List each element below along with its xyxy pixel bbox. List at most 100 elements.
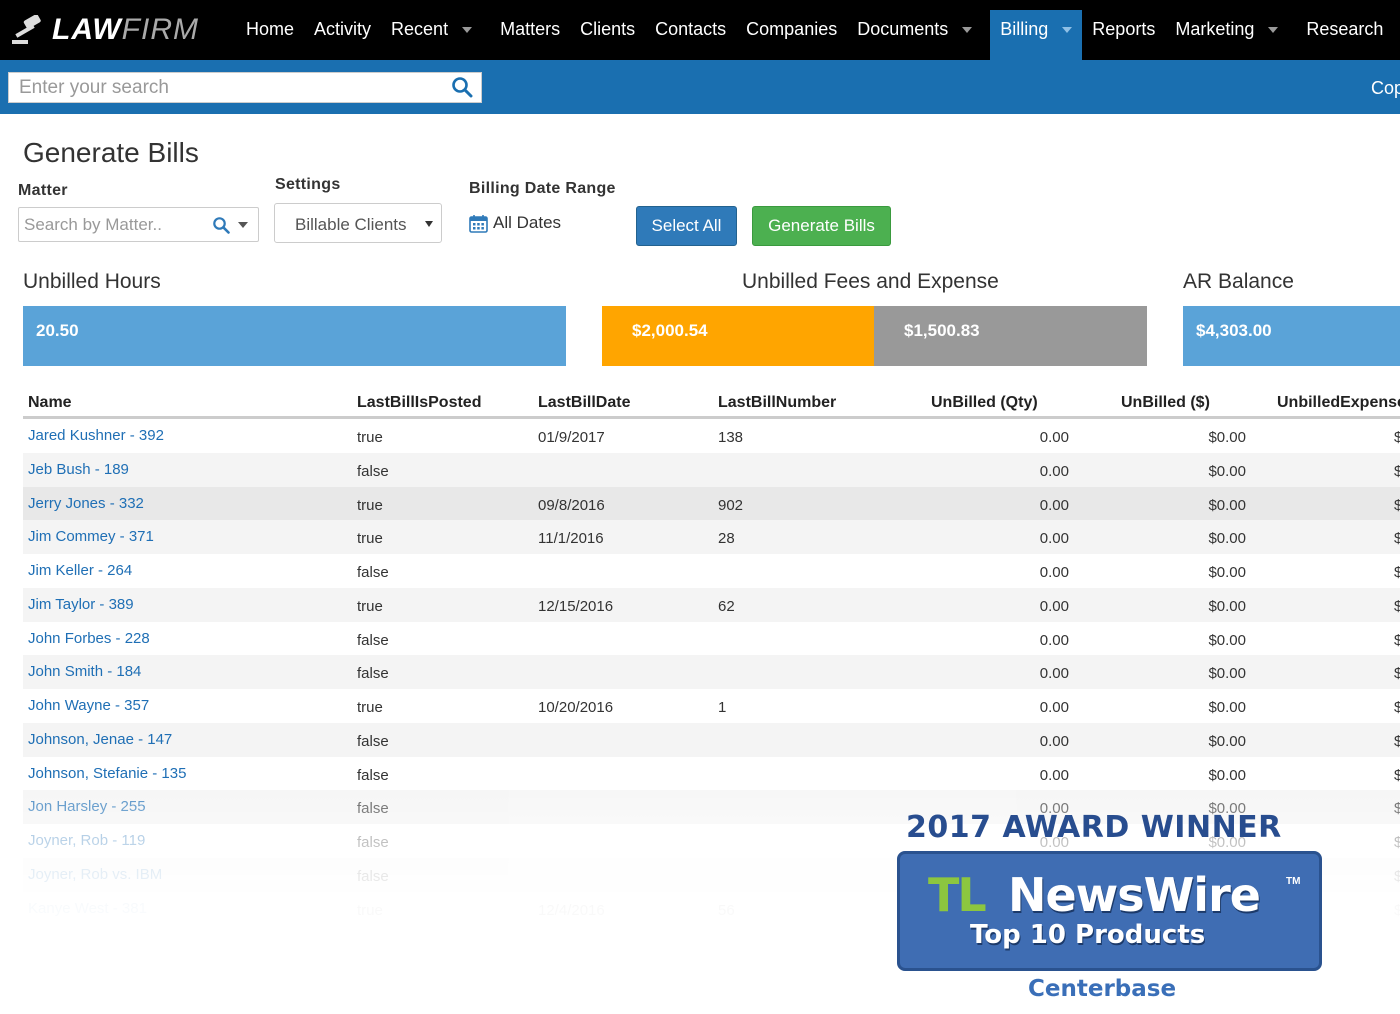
- nav-home[interactable]: Home: [236, 10, 304, 60]
- cell-name[interactable]: Jeb Bush - 189: [28, 461, 129, 478]
- cell-name[interactable]: John Wayne - 357: [28, 697, 149, 714]
- cell-unbilled-expense: $: [1394, 597, 1400, 615]
- nav-documents[interactable]: Documents: [847, 10, 982, 60]
- nav-marketing[interactable]: Marketing: [1165, 10, 1288, 60]
- column-header-last-bill-date[interactable]: LastBillDate: [538, 394, 630, 412]
- cell-unbilled-expense: $: [1394, 834, 1400, 851]
- nav-companies[interactable]: Companies: [736, 10, 847, 60]
- nav-activity[interactable]: Activity: [304, 10, 381, 60]
- cell-name[interactable]: Joyner, Rob - 119: [28, 832, 145, 849]
- generate-bills-button[interactable]: Generate Bills: [752, 206, 891, 246]
- header-link-cop[interactable]: Cop: [1371, 78, 1400, 99]
- nav-matters-label: Matters: [500, 19, 561, 39]
- award-newswire-text: NewsWire: [1008, 868, 1261, 922]
- cell-name[interactable]: John Forbes - 228: [28, 630, 150, 647]
- cell-name[interactable]: Jim Commey - 371: [28, 528, 154, 545]
- table-row[interactable]: Jim Keller - 264 false 0.00 $0.00 $: [23, 554, 1400, 588]
- cell-unbilled-qty: 0.00: [1039, 665, 1069, 683]
- cell-unbilled-qty: 0.00: [1039, 631, 1069, 649]
- cell-name[interactable]: Johnson, Stefanie - 135: [28, 765, 186, 782]
- nav-home-label: Home: [246, 19, 295, 39]
- column-header-unbilled-amount[interactable]: UnBilled ($): [1121, 394, 1210, 412]
- table-row[interactable]: Jim Taylor - 389 true 12/15/2016 62 0.00 $0.0…: [23, 587, 1400, 622]
- settings-select[interactable]: Billable Clients: [274, 203, 442, 243]
- cell-unbilled-amount: $0.00: [1208, 597, 1246, 615]
- cell-unbilled-expense: $: [1394, 631, 1400, 649]
- award-tl-text: TL: [928, 868, 987, 922]
- nav-recent[interactable]: Recent: [381, 10, 482, 60]
- table-row[interactable]: Jerry Jones - 332 true 09/8/2016 902 0.00 $0.…: [23, 486, 1400, 521]
- cell-unbilled-amount: $0.00: [1208, 462, 1246, 480]
- cell-name[interactable]: Joyner, Rob vs. IBM: [28, 866, 162, 883]
- cell-unbilled-amount: $0.00: [1208, 699, 1246, 716]
- nav-contacts[interactable]: Contacts: [645, 10, 736, 60]
- logo-text-firm: FIRM: [121, 13, 199, 46]
- settings-select-value: Billable Clients: [295, 215, 407, 234]
- award-trademark: TM: [1286, 876, 1301, 887]
- table-row[interactable]: Jared Kushner - 392 true 01/9/2017 138 0.00 $…: [23, 419, 1400, 453]
- billing-date-range-label: Billing Date Range: [469, 180, 616, 197]
- award-title: 2017 AWARD WINNER: [906, 810, 1282, 845]
- global-search-input[interactable]: [9, 73, 429, 102]
- award-company: Centerbase: [1028, 976, 1177, 1002]
- search-icon[interactable]: [212, 216, 230, 234]
- nav-reports-label: Reports: [1092, 19, 1156, 39]
- cell-unbilled-amount: $0.00: [1208, 530, 1246, 548]
- cell-name[interactable]: John Smith - 184: [28, 663, 141, 680]
- nav-matters[interactable]: Matters: [490, 10, 570, 60]
- nav-clients[interactable]: Clients: [570, 10, 645, 60]
- nav-billing[interactable]: Billing: [990, 10, 1083, 60]
- cell-unbilled-amount: $0.00: [1208, 732, 1246, 750]
- select-all-button[interactable]: Select All: [636, 206, 737, 246]
- matter-label: Matter: [18, 182, 68, 199]
- billing-date-range-value: All Dates: [493, 213, 562, 232]
- ar-balance-value: $4,303.00: [1196, 321, 1272, 340]
- column-header-name[interactable]: Name: [28, 394, 72, 412]
- column-header-last-bill-is-posted[interactable]: LastBillIsPosted: [357, 394, 481, 412]
- law-firm-logo[interactable]: LAW FIRM: [12, 12, 199, 48]
- column-header-last-bill-number[interactable]: LastBillNumber: [718, 394, 836, 412]
- nav-recent-label: Recent: [391, 19, 449, 39]
- table-row[interactable]: John Forbes - 228 false 0.00 $0.00 $: [23, 622, 1400, 656]
- billing-date-range-picker[interactable]: All Dates: [469, 213, 561, 233]
- cell-name[interactable]: Jerry Jones - 332: [28, 495, 144, 512]
- page-title: Generate Bills: [23, 137, 199, 168]
- search-icon[interactable]: [451, 76, 473, 98]
- ar-balance-bar: $4,303.00: [1183, 306, 1400, 366]
- cell-name[interactable]: Jared Kushner - 392: [28, 427, 164, 444]
- table-row[interactable]: Jeb Bush - 189 false 0.00 $0.00 $: [23, 452, 1400, 487]
- nav-activity-label: Activity: [314, 19, 372, 39]
- table-row[interactable]: John Wayne - 357 true 10/20/2016 1 0.00 $0.00…: [23, 689, 1400, 723]
- cell-name[interactable]: Johnson, Jenae - 147: [28, 731, 172, 748]
- cell-unbilled-qty: 0.00: [1039, 530, 1069, 548]
- cell-name[interactable]: Jim Keller - 264: [28, 562, 132, 579]
- table-row[interactable]: Jim Commey - 371 true 11/1/2016 28 0.00 $0.00…: [23, 520, 1400, 554]
- chevron-down-icon: [462, 27, 473, 33]
- table-row[interactable]: Johnson, Stefanie - 135 false 0.00 $0.00 $: [23, 757, 1400, 791]
- cell-last-bill-is-posted: false: [357, 732, 389, 750]
- matter-search-input[interactable]: [19, 208, 204, 241]
- cell-name[interactable]: Jim Taylor - 389: [28, 596, 134, 613]
- cell-unbilled-amount: $0.00: [1208, 665, 1246, 683]
- column-header-unbilled-qty[interactable]: UnBilled (Qty): [931, 394, 1038, 412]
- cell-unbilled-amount: $0.00: [1208, 564, 1246, 581]
- cell-unbilled-qty: 0.00: [1039, 429, 1069, 446]
- cell-unbilled-amount: $0.00: [1208, 496, 1246, 514]
- nav-reports[interactable]: Reports: [1082, 10, 1165, 60]
- cell-last-bill-date: 10/20/2016: [538, 699, 614, 716]
- nav-companies-label: Companies: [746, 19, 838, 39]
- nav-research[interactable]: Research: [1296, 10, 1393, 60]
- unbilled-hours-bar: 20.50: [23, 306, 566, 366]
- nav-research-label: Research: [1306, 19, 1384, 39]
- award-subtitle: Top 10 Products: [970, 920, 1206, 950]
- matter-search: [18, 207, 259, 242]
- table-row[interactable]: Johnson, Jenae - 147 false 0.00 $0.00 $: [23, 722, 1400, 757]
- calendar-icon: [469, 214, 488, 233]
- cell-unbilled-qty: 0.00: [1039, 462, 1069, 480]
- global-search-bar: Cop: [0, 60, 1400, 114]
- cell-name[interactable]: Jon Harsley - 255: [28, 798, 146, 815]
- table-row[interactable]: John Smith - 184 false 0.00 $0.00 $: [23, 655, 1400, 689]
- cell-name[interactable]: Kanye West - 381: [28, 900, 147, 917]
- column-header-unbilled-expense[interactable]: UnbilledExpense: [1277, 394, 1400, 412]
- chevron-down-icon[interactable]: [238, 222, 248, 228]
